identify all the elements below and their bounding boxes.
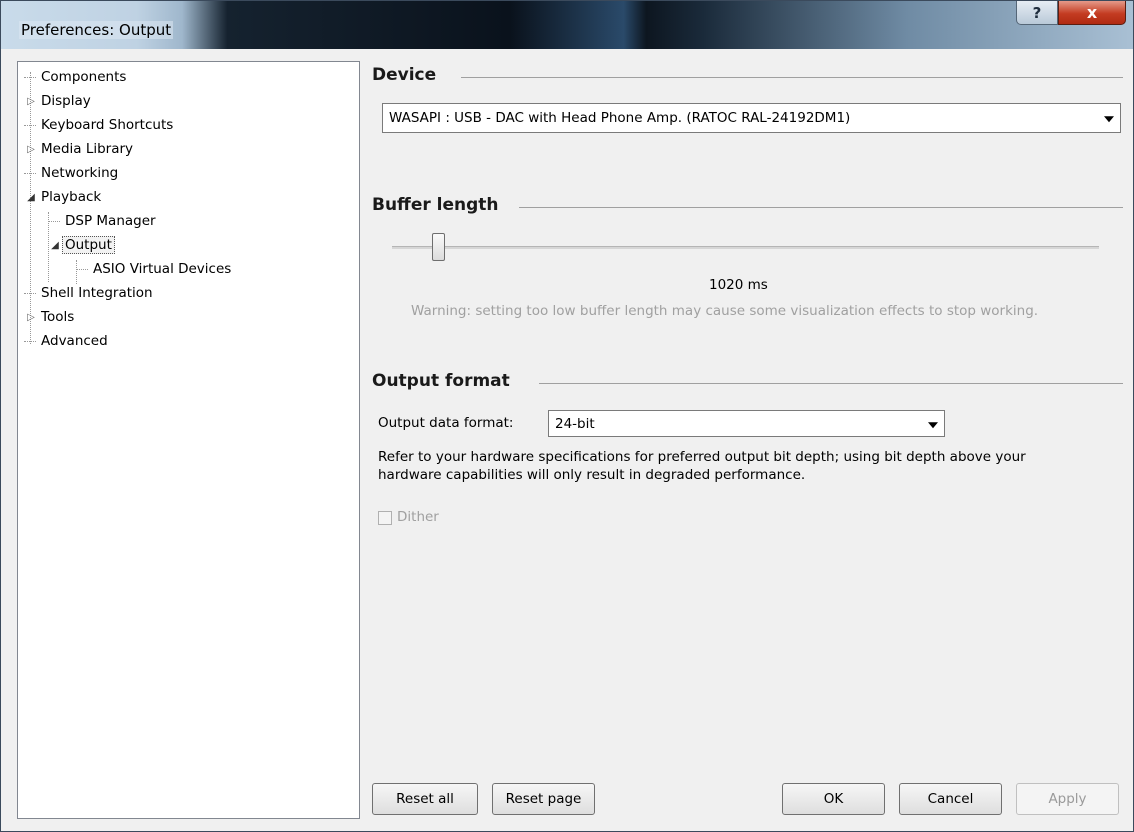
collapse-arrow-icon[interactable]: ◢ <box>24 192 38 203</box>
tree-dots <box>24 172 36 174</box>
tree-item-keyboard-shortcuts[interactable]: Keyboard Shortcuts <box>24 114 176 136</box>
device-select[interactable]: WASAPI : USB - DAC with Head Phone Amp. … <box>382 103 1121 133</box>
tree-item-dsp-manager[interactable]: DSP Manager <box>48 210 159 232</box>
tree-item-label: Playback <box>41 189 102 205</box>
chevron-down-icon <box>1104 116 1114 123</box>
preferences-tree[interactable]: Components ▷ Display Keyboard Shortcuts … <box>17 61 360 819</box>
output-format-note-line2: hardware capabilities will only result i… <box>378 467 806 483</box>
tree-item-label: Tools <box>41 309 75 325</box>
tree-item-shell-integration[interactable]: Shell Integration <box>24 282 156 304</box>
buffer-divider <box>519 207 1123 208</box>
tree-item-label: Advanced <box>41 333 108 349</box>
expand-arrow-icon[interactable]: ▷ <box>24 312 38 323</box>
tree-item-display[interactable]: ▷ Display <box>24 90 94 112</box>
tree-dots <box>24 292 36 294</box>
tree-item-label: Keyboard Shortcuts <box>41 117 174 133</box>
tree-item-label: Output <box>62 236 115 254</box>
close-icon: x <box>1086 3 1098 22</box>
tree-item-advanced[interactable]: Advanced <box>24 330 111 352</box>
tree-item-media-library[interactable]: ▷ Media Library <box>24 138 136 160</box>
buffer-warning-text: Warning: setting too low buffer length m… <box>411 303 1039 319</box>
device-section-title: Device <box>372 65 445 85</box>
help-button[interactable]: ? <box>1016 1 1058 25</box>
tree-item-components[interactable]: Components <box>24 66 129 88</box>
dither-checkbox[interactable] <box>378 511 392 525</box>
tree-item-asio-virtual-devices[interactable]: ASIO Virtual Devices <box>76 258 234 280</box>
buffer-value-label: 1020 ms <box>709 277 768 293</box>
title-bar[interactable]: Preferences: Output ? x <box>1 1 1133 49</box>
close-button[interactable]: x <box>1058 1 1126 25</box>
tree-item-label: ASIO Virtual Devices <box>93 261 232 277</box>
tree-dots <box>24 76 36 78</box>
window-title: Preferences: Output <box>19 21 174 39</box>
buffer-section-title: Buffer length <box>372 195 507 215</box>
tree-item-label: Display <box>41 93 91 109</box>
chevron-down-icon <box>928 421 938 428</box>
reset-page-button[interactable]: Reset page <box>492 783 595 815</box>
output-format-note-line1: Refer to your hardware specifications fo… <box>378 449 1026 465</box>
tree-item-output[interactable]: ◢ Output <box>48 234 115 256</box>
output-data-format-label: Output data format: <box>378 415 514 431</box>
help-icon: ? <box>1032 3 1042 22</box>
output-data-format-value: 24-bit <box>555 415 595 432</box>
output-format-section-title: Output format <box>372 371 518 391</box>
tree-dots <box>24 340 36 342</box>
tree-item-label: Components <box>41 69 127 85</box>
tree-item-label: Media Library <box>41 141 134 157</box>
output-format-divider <box>539 383 1123 384</box>
expand-arrow-icon[interactable]: ▷ <box>24 96 38 107</box>
output-data-format-select[interactable]: 24-bit <box>548 410 945 437</box>
preferences-window: Preferences: Output ? x Components ▷ Dis… <box>0 0 1134 832</box>
tree-item-playback[interactable]: ◢ Playback <box>24 186 104 208</box>
tree-dots <box>24 124 36 126</box>
cancel-button[interactable]: Cancel <box>899 783 1002 815</box>
expand-arrow-icon[interactable]: ▷ <box>24 144 38 155</box>
dither-label: Dither <box>397 509 439 525</box>
tree-item-networking[interactable]: Networking <box>24 162 121 184</box>
collapse-arrow-icon[interactable]: ◢ <box>48 240 62 251</box>
buffer-slider-track[interactable] <box>392 246 1099 249</box>
device-divider <box>461 77 1123 78</box>
tree-item-label: DSP Manager <box>65 213 156 229</box>
dialog-client-area: Components ▷ Display Keyboard Shortcuts … <box>9 49 1127 825</box>
ok-button[interactable]: OK <box>782 783 885 815</box>
apply-button[interactable]: Apply <box>1016 783 1119 815</box>
reset-all-button[interactable]: Reset all <box>372 783 478 815</box>
device-select-value: WASAPI : USB - DAC with Head Phone Amp. … <box>389 110 851 126</box>
buffer-slider-thumb[interactable] <box>431 233 445 261</box>
tree-dots <box>76 268 88 270</box>
tree-item-label: Shell Integration <box>41 285 153 301</box>
tree-item-tools[interactable]: ▷ Tools <box>24 306 77 328</box>
tree-dots <box>48 220 60 222</box>
tree-item-label: Networking <box>41 165 119 181</box>
